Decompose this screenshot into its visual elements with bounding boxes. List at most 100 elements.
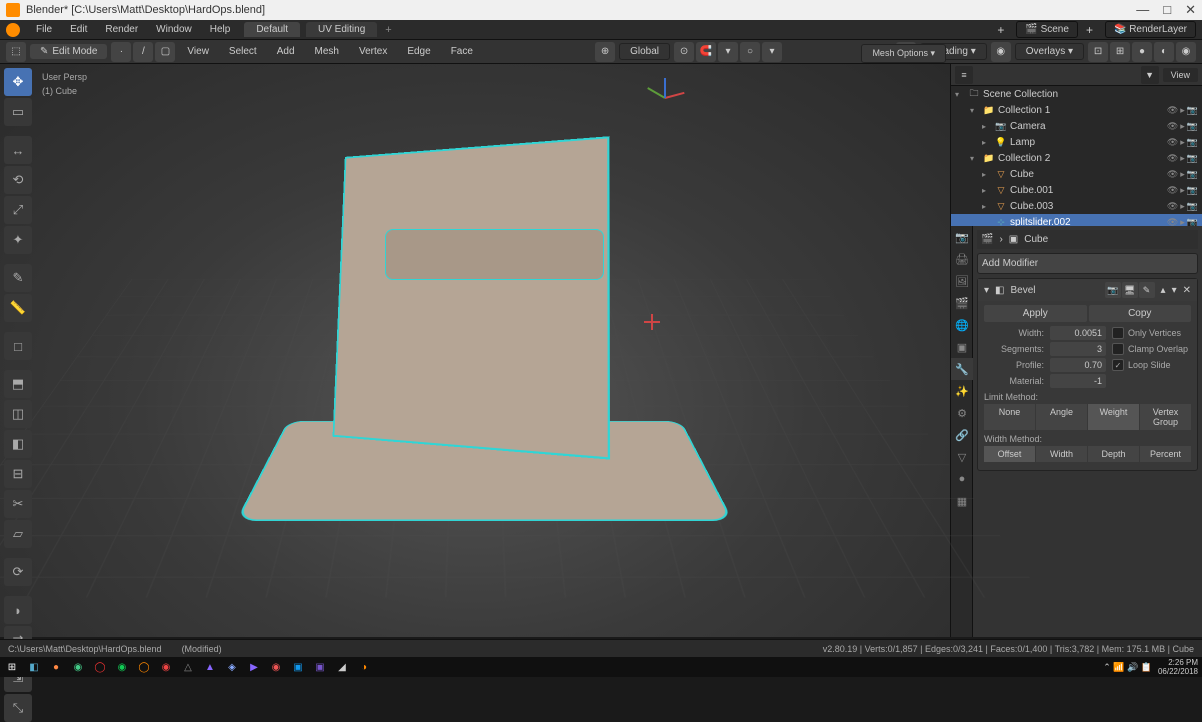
- eye-icon[interactable]: 👁: [1167, 105, 1178, 116]
- outliner[interactable]: ▾🗀 Scene Collection ▾📁Collection 1👁▸📷▸📷C…: [951, 86, 1202, 226]
- ptab-particles-icon[interactable]: ✨: [951, 380, 973, 402]
- render-icon[interactable]: 📷: [1187, 137, 1198, 148]
- tool-transform[interactable]: ✦: [4, 226, 32, 254]
- eye-icon[interactable]: 👁: [1167, 201, 1178, 212]
- outliner-item-cube[interactable]: ▸▽Cube👁▸📷: [951, 166, 1202, 182]
- select-icon[interactable]: ▸: [1180, 153, 1185, 164]
- face-select-icon[interactable]: ▢: [155, 42, 175, 62]
- solid-shading-icon[interactable]: ●: [1132, 42, 1152, 62]
- taskbar-app-12[interactable]: ◉: [268, 659, 284, 675]
- proportional-icon[interactable]: ○: [740, 42, 760, 62]
- workspace-tab-uvediting[interactable]: UV Editing: [306, 22, 377, 37]
- ptab-physics-icon[interactable]: ⚙: [951, 402, 973, 424]
- tool-knife[interactable]: ✂: [4, 490, 32, 518]
- profile-input[interactable]: 0.70: [1050, 358, 1106, 372]
- ptab-scene-icon[interactable]: 🎬: [951, 292, 973, 314]
- scene-prev-button[interactable]: +: [991, 21, 1010, 39]
- taskbar-app-2[interactable]: ●: [48, 659, 64, 675]
- menu-render[interactable]: Render: [97, 22, 146, 37]
- pivot-icon[interactable]: ⊙: [674, 42, 694, 62]
- apply-button[interactable]: Apply: [984, 305, 1087, 322]
- taskbar-app-13[interactable]: ▣: [290, 659, 306, 675]
- header-menu-add[interactable]: Add: [269, 44, 303, 59]
- wm-percent[interactable]: Percent: [1140, 446, 1191, 462]
- overlays-dropdown[interactable]: Overlays ▾: [1015, 43, 1084, 60]
- render-icon[interactable]: 📷: [1187, 153, 1198, 164]
- wm-depth[interactable]: Depth: [1088, 446, 1139, 462]
- header-menu-select[interactable]: Select: [221, 44, 265, 59]
- lookdev-shading-icon[interactable]: ◐: [1154, 42, 1174, 62]
- taskbar-app-4[interactable]: ◯: [92, 659, 108, 675]
- menu-edit[interactable]: Edit: [62, 22, 95, 37]
- orientation-icon[interactable]: ⊕: [595, 42, 615, 62]
- outliner-item-cube003[interactable]: ▸▽Cube.003👁▸📷: [951, 198, 1202, 214]
- material-input[interactable]: -1: [1050, 374, 1106, 388]
- ptab-render-icon[interactable]: 📷: [951, 226, 973, 248]
- xray-icon[interactable]: ⊡: [1088, 42, 1108, 62]
- header-menu-view[interactable]: View: [179, 44, 217, 59]
- overlays-toggle-icon[interactable]: ◉: [991, 42, 1011, 62]
- tool-extrude[interactable]: ⬒: [4, 370, 32, 398]
- taskbar-app-15[interactable]: ◢: [334, 659, 350, 675]
- mod-movedown-icon[interactable]: ▾: [1172, 285, 1177, 296]
- outliner-item-collection2[interactable]: ▾📁Collection 2👁▸📷: [951, 150, 1202, 166]
- modifier-name[interactable]: Bevel: [1010, 285, 1035, 296]
- outliner-view-dropdown[interactable]: View: [1163, 68, 1198, 82]
- select-icon[interactable]: ▸: [1180, 185, 1185, 196]
- ptab-constraints-icon[interactable]: 🔗: [951, 424, 973, 446]
- scene-dropdown[interactable]: 🎬 Scene: [1016, 21, 1078, 38]
- copy-button[interactable]: Copy: [1089, 305, 1192, 322]
- taskbar-clock[interactable]: 2:26 PM 06/22/2018: [1158, 658, 1198, 676]
- render-icon[interactable]: 📷: [1187, 121, 1198, 132]
- mod-delete-icon[interactable]: ✕: [1183, 285, 1191, 296]
- mod-editmode-toggle[interactable]: ✎: [1139, 282, 1155, 298]
- limit-vgroup[interactable]: Vertex Group: [1140, 404, 1191, 430]
- tool-select[interactable]: ▭: [4, 98, 32, 126]
- editor-type-icon[interactable]: ⬚: [6, 42, 26, 62]
- taskbar-app-11[interactable]: ▶: [246, 659, 262, 675]
- gizmo-z-axis[interactable]: [664, 78, 666, 98]
- tool-rotate[interactable]: ⟲: [4, 166, 32, 194]
- ptab-object-icon[interactable]: ▣: [951, 336, 973, 358]
- system-tray[interactable]: ⌃ 📶 🔊 📋: [1103, 662, 1152, 673]
- header-menu-mesh[interactable]: Mesh: [307, 44, 347, 59]
- tool-annotate[interactable]: ✎: [4, 264, 32, 292]
- eye-icon[interactable]: 👁: [1167, 217, 1178, 227]
- modifier-header[interactable]: ▾ ◧ Bevel 📷 🖥 ✎ ▴ ▾ ✕: [978, 279, 1197, 301]
- proportional-type-icon[interactable]: ▾: [762, 42, 782, 62]
- eye-icon[interactable]: 👁: [1167, 137, 1178, 148]
- wm-width[interactable]: Width: [1036, 446, 1087, 462]
- 3d-viewport[interactable]: User Persp (1) Cube ✥ ▭ ↔ ⟲ ⤢ ✦ ✎ 📏 □ ⬒ …: [0, 64, 950, 637]
- taskbar-app-9[interactable]: ▲: [202, 659, 218, 675]
- select-icon[interactable]: ▸: [1180, 201, 1185, 212]
- 3d-model[interactable]: [285, 121, 684, 551]
- renderlayer-dropdown[interactable]: 📚 RenderLayer: [1105, 21, 1196, 38]
- outliner-item-splitslider002[interactable]: ⊹splitslider.002👁▸📷: [951, 214, 1202, 226]
- ptab-viewlayer-icon[interactable]: 🖼: [951, 270, 973, 292]
- orientation-gizmo[interactable]: [640, 72, 690, 122]
- taskbar-app-16[interactable]: ◑: [356, 659, 372, 675]
- outliner-item-camera[interactable]: ▸📷Camera👁▸📷: [951, 118, 1202, 134]
- mod-render-toggle[interactable]: 📷: [1105, 282, 1121, 298]
- tool-rip[interactable]: ⤡: [4, 694, 32, 722]
- limit-angle[interactable]: Angle: [1036, 404, 1087, 430]
- ptab-world-icon[interactable]: 🌐: [951, 314, 973, 336]
- eye-icon[interactable]: 👁: [1167, 185, 1178, 196]
- layer-prev-button[interactable]: +: [1080, 21, 1099, 39]
- add-modifier-button[interactable]: Add Modifier: [977, 253, 1198, 274]
- blender-logo-icon[interactable]: [6, 23, 20, 37]
- workspace-add-button[interactable]: +: [379, 22, 397, 38]
- menu-file[interactable]: File: [28, 22, 60, 37]
- select-icon[interactable]: ▸: [1180, 105, 1185, 116]
- taskbar-app-10[interactable]: ◈: [224, 659, 240, 675]
- taskbar-app-8[interactable]: △: [180, 659, 196, 675]
- mesh-options-dropdown[interactable]: Mesh Options ▾: [861, 44, 946, 63]
- outliner-filter-icon[interactable]: ▼: [1141, 66, 1159, 84]
- select-icon[interactable]: ▸: [1180, 169, 1185, 180]
- rendered-shading-icon[interactable]: ◉: [1176, 42, 1196, 62]
- orientation-dropdown[interactable]: Global: [619, 43, 670, 60]
- vertex-select-icon[interactable]: ·: [111, 42, 131, 62]
- tool-addcube[interactable]: □: [4, 332, 32, 360]
- tool-measure[interactable]: 📏: [4, 294, 32, 322]
- ptab-modifier-icon[interactable]: 🔧: [951, 358, 973, 380]
